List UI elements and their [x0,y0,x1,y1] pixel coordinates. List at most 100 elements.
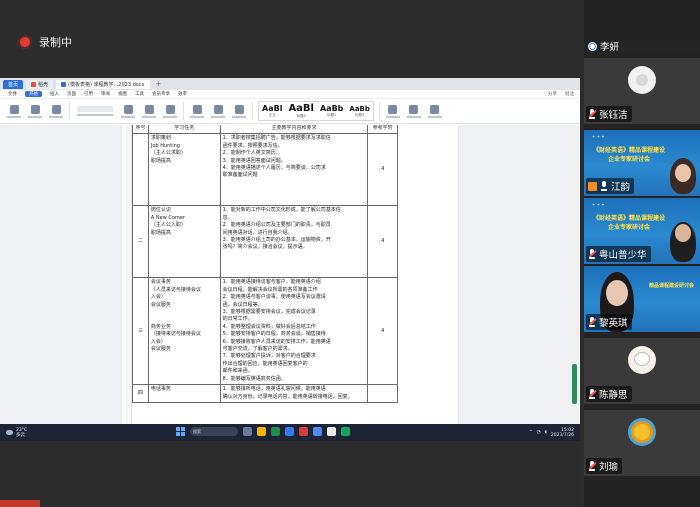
participant-name: 黎英琪 [599,318,628,329]
list-icon [192,104,202,114]
format-painter-button[interactable] [48,104,64,118]
style-heading-1[interactable]: AaBl 标题1 [285,102,317,120]
taskbar-clock[interactable]: 15:02 2023/7/26 [551,428,574,438]
bold-icon [123,104,133,114]
cartoon-avatar-icon [634,352,650,366]
tab-home[interactable]: 首页 [3,79,24,89]
cut-icon [30,104,40,114]
participant-panel: 李妍 张钰洁 ✦ ✦ ✦ 《财经英语》精品课程建设企业专家研讨会 江韵 ✦ ✦ … [584,0,700,507]
menu-member[interactable]: 会员专享 [152,91,170,97]
table-row[interactable]: 求职策划 Job Hunting （主人公求职） 职场提高 1．求职者搜集招聘广… [132,133,398,207]
cell-content: 1．能用英语接待访客与客户，能用英语介绍 会议日程，能解决会议所需的各项准备工作… [219,277,369,386]
menu-bar: 文件 开始 插入 页面 引用 审阅 视图 工具 会员专享 效率 分享 批注 [0,90,580,99]
weather-widget[interactable]: 23°C 多云 [6,428,27,438]
wechat-icon[interactable] [271,427,280,436]
meeting-app-icon[interactable] [313,427,322,436]
cut-button[interactable] [27,104,43,118]
slide-title: 精品课程建设研讨会 [648,283,694,289]
table-header-row: 序号 学习任务 主要教学内容和要求 参考学时 [132,125,398,135]
wps-icon[interactable] [299,427,308,436]
document-canvas[interactable]: 序号 学习任务 主要教学内容和要求 参考学时 求职策划 Job Hunting … [0,125,580,429]
cell-hours: 4 [367,133,398,207]
volume-icon[interactable]: ◖ [545,430,547,435]
table-row[interactable]: 四 电话事务 1．能够接听电话，用英语礼貌问候，能用英语 确认对方身份，记录电话… [132,384,398,403]
menu-review[interactable]: 审阅 [101,91,110,97]
menu-efficiency[interactable]: 效率 [178,91,187,97]
document-page[interactable]: 序号 学习任务 主要教学内容和要求 参考学时 求职策划 Job Hunting … [122,125,458,429]
app-icon[interactable] [341,427,350,436]
chevron-up-icon[interactable]: ^ [529,430,533,435]
comment-button[interactable]: 批注 [565,91,574,97]
tab-docer[interactable]: 稻壳 [26,79,54,89]
find-replace-button[interactable] [385,104,401,118]
participant-tile[interactable]: 李妍 [584,40,700,54]
menu-file[interactable]: 文件 [8,91,17,97]
layout-icon [430,104,440,114]
style-heading-2[interactable]: AaBb 标题2 [317,102,346,120]
editor-tab-bar: 首页 稻壳 (模板表格) 课程教学...2023.docx + [0,78,580,90]
teaching-plan-table[interactable]: 序号 学习任务 主要教学内容和要求 参考学时 求职策划 Job Hunting … [132,125,398,403]
font-box[interactable] [75,106,115,116]
cell-task: 岗位认识 A New Comer （主人公入职） 职场提高 [147,205,221,279]
tab-label: 稻壳 [38,81,49,88]
participant-name: 刘瑜 [599,462,619,473]
table-row[interactable]: 三 会议事务 （人员来访与接待会议 入会） 会议服务 商务业务 （接待来访与接待… [132,277,398,386]
recording-indicator[interactable]: 录制中 [20,34,72,50]
participant-tile[interactable]: 陈静思 [584,338,700,404]
bullets-button[interactable] [189,104,205,118]
share-screen-icon [588,181,597,191]
windows-start-icon[interactable] [176,427,185,436]
bottom-accent [0,500,40,507]
mic-muted-icon [588,109,597,119]
menu-insert[interactable]: 插入 [50,91,59,97]
select-button[interactable] [406,104,422,118]
file-explorer-icon[interactable] [257,427,266,436]
table-row[interactable]: 二 岗位认识 A New Comer （主人公入职） 职场提高 1．能对新的工作… [132,205,398,279]
italic-icon [144,104,154,114]
cell-task: 电话事务 [147,384,221,403]
style-gallery[interactable]: AaBl 正文 AaBl 标题1 AaBb 标题2 AaBb 标题3 [258,101,374,121]
paste-button[interactable] [6,104,22,118]
share-button[interactable]: 分享 [548,91,557,97]
style-heading-3[interactable]: AaBb 标题3 [346,102,373,120]
scrollbar-thumb[interactable] [572,364,577,404]
menu-page[interactable]: 页面 [67,91,76,97]
shared-screen: 首页 稻壳 (模板表格) 课程教学...2023.docx + 文件 开始 插入… [0,78,580,441]
brush-icon [51,104,61,114]
participant-tile[interactable]: 精品课程建设研讨会 黎英琪 [584,266,700,332]
italic-button[interactable] [141,104,157,118]
task-view-icon[interactable] [243,427,252,436]
windows-taskbar: 23°C 多云 搜索 ^ ◔ ◖ 15:02 2023/7/26 [0,424,580,441]
participant-tile[interactable]: ✦ ✦ ✦ 《财经英语》精品课程建设企业专家研讨会 粤山普少华 [584,198,700,264]
search-icon [388,104,398,114]
underline-button[interactable] [162,104,178,118]
layout-button[interactable] [427,104,443,118]
menu-view[interactable]: 视图 [118,91,127,97]
cell-hours: 4 [367,277,398,386]
participant-tile[interactable]: 张钰洁 [584,58,700,124]
host-icon [588,41,597,51]
numbering-button[interactable] [210,104,226,118]
vertical-scrollbar[interactable] [572,129,577,425]
wifi-icon[interactable]: ◔ [537,430,541,435]
new-tab-icon[interactable]: + [153,80,165,88]
menu-reference[interactable]: 引用 [84,91,93,97]
participant-tile[interactable]: ✦ ✦ ✦ 《财经英语》精品课程建设企业专家研讨会 江韵 [584,130,700,196]
record-icon [20,37,30,47]
align-button[interactable] [231,104,247,118]
app-icon[interactable] [327,427,336,436]
browser-icon[interactable] [285,427,294,436]
style-normal[interactable]: AaBl 正文 [259,102,285,120]
taskbar-search[interactable]: 搜索 [190,427,238,436]
tab-document[interactable]: (模板表格) 课程教学...2023.docx [56,79,150,89]
bold-button[interactable] [120,104,136,118]
cell-content: 1．能够接听电话，用英语礼貌问候，能用英语 确认对方身份，记录电话内容，能用英语… [219,384,369,403]
meeting-window: 录制中 首页 稻壳 (模板表格) 课程教学...2023.docx + 文件 开… [0,0,700,507]
cell-content: 1．能对新的工作中公司文化形成，能了解公司基本信 息。 2．能用英语介绍公司及主… [219,205,369,279]
menu-start[interactable]: 开始 [25,91,42,97]
participant-name: 江韵 [611,182,631,193]
tab-label: (模板表格) 课程教学...2023.docx [68,81,145,88]
menu-tools[interactable]: 工具 [135,91,144,97]
docer-icon [31,81,37,87]
participant-tile[interactable]: 刘瑜 [584,410,700,476]
